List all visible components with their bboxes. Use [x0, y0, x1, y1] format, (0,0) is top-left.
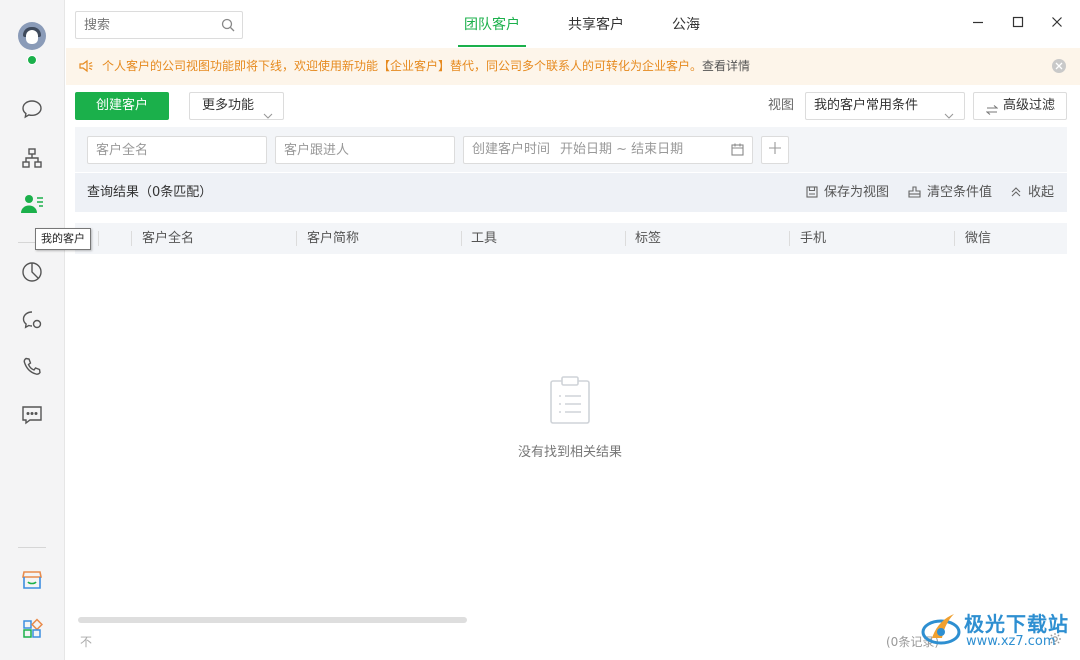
- add-condition-button[interactable]: [761, 136, 789, 164]
- clipboard-icon: [548, 375, 592, 429]
- table-header: 客户全名 客户简称 工具 标签 手机 微信: [75, 223, 1067, 254]
- column-header-tags[interactable]: 标签: [635, 223, 661, 254]
- plus-icon: [768, 141, 782, 159]
- column-separator: [131, 231, 132, 246]
- watermark-url: www.xz7.com: [966, 634, 1056, 649]
- clear-conditions-button[interactable]: 清空条件值: [908, 173, 992, 212]
- watermark-logo-icon: [920, 608, 962, 654]
- collapse-label: 收起: [1028, 185, 1055, 200]
- create-time-filter[interactable]: 创建客户时间 开始日期 ~ 结束日期: [463, 136, 753, 164]
- column-header-short-name[interactable]: 客户简称: [307, 223, 359, 254]
- tab-shared-customers[interactable]: 共享客户: [562, 0, 630, 47]
- filter-panel: 创建客户时间 开始日期 ~ 结束日期: [75, 127, 1067, 172]
- search-box[interactable]: [75, 11, 243, 39]
- follower-filter[interactable]: [275, 136, 455, 164]
- notice-close-icon[interactable]: [1052, 59, 1066, 73]
- avatar[interactable]: [18, 22, 46, 50]
- column-header-wechat[interactable]: 微信: [965, 223, 991, 254]
- notice-text: 个人客户的公司视图功能即将下线，欢迎使用新功能【企业客户】替代，同公司多个联系人…: [102, 48, 750, 85]
- org-chart-icon[interactable]: [20, 146, 44, 170]
- view-select[interactable]: 我的客户常用条件: [805, 92, 965, 120]
- column-separator: [954, 231, 955, 246]
- notice-details-link[interactable]: 查看详情: [702, 59, 750, 73]
- notice-banner: 个人客户的公司视图功能即将下线，欢迎使用新功能【企业客户】替代，同公司多个联系人…: [66, 48, 1080, 85]
- advanced-filter-button[interactable]: 高级过滤: [973, 92, 1067, 120]
- chevron-down-icon: [944, 103, 954, 129]
- minimize-icon[interactable]: [968, 12, 988, 32]
- close-icon[interactable]: [1047, 12, 1067, 32]
- calendar-icon[interactable]: [731, 143, 744, 160]
- save-as-view-label: 保存为视图: [824, 185, 890, 200]
- customer-name-filter[interactable]: [87, 136, 267, 164]
- speaker-icon: [78, 58, 94, 78]
- clear-brush-icon: [908, 186, 921, 198]
- advanced-filter-label: 高级过滤: [1003, 98, 1056, 113]
- watermark: 极光下载站 www.xz7.com: [920, 606, 1080, 660]
- customer-name-input[interactable]: [88, 137, 266, 163]
- watermark-title: 极光下载站: [964, 612, 1069, 636]
- clear-conditions-label: 清空条件值: [927, 185, 993, 200]
- footer-left-text: 不: [80, 635, 93, 649]
- notice-message: 个人客户的公司视图功能即将下线，欢迎使用新功能【企业客户】替代，同公司多个联系人…: [102, 59, 703, 73]
- column-separator: [98, 231, 99, 246]
- online-status-dot: [27, 55, 37, 65]
- column-header-full-name[interactable]: 客户全名: [142, 223, 194, 254]
- view-label: 视图: [768, 98, 795, 113]
- empty-state-text: 没有找到相关结果: [517, 445, 622, 460]
- customer-icon[interactable]: [20, 192, 44, 216]
- create-customer-button[interactable]: 创建客户: [75, 92, 169, 120]
- tab-public-pool[interactable]: 公海: [666, 0, 706, 47]
- result-title: 查询结果（0条匹配）: [87, 185, 213, 200]
- rail-divider-bottom: [18, 547, 46, 548]
- maximize-icon[interactable]: [1008, 12, 1028, 32]
- save-icon: [806, 186, 818, 198]
- customer-tabs: 团队客户 共享客户 公海: [458, 0, 742, 47]
- date-range-input[interactable]: 开始日期 ~ 结束日期: [560, 137, 683, 163]
- app-window: 我的客户 团队客户 共享客户 公海: [0, 0, 1080, 660]
- horizontal-scrollbar[interactable]: [78, 617, 467, 623]
- left-sidebar: 我的客户: [0, 0, 91, 660]
- column-separator: [625, 231, 626, 246]
- result-bar: 查询结果（0条匹配） 保存为视图 清空条件值 收起: [75, 173, 1067, 212]
- message-icon[interactable]: [20, 403, 44, 427]
- more-functions-label: 更多功能: [202, 98, 255, 113]
- follower-input[interactable]: [276, 137, 454, 163]
- pie-chart-icon[interactable]: [20, 260, 44, 284]
- tooltip-my-customers: 我的客户: [35, 228, 91, 250]
- store-icon[interactable]: [20, 568, 44, 592]
- chat-bubble-icon[interactable]: [20, 97, 44, 121]
- apps-grid-icon[interactable]: [20, 617, 44, 641]
- create-time-label: 创建客户时间: [472, 142, 551, 157]
- tab-team-customers[interactable]: 团队客户: [458, 0, 526, 47]
- column-separator: [789, 231, 790, 246]
- double-chevron-up-icon: [1011, 187, 1021, 197]
- filter-swap-icon: [985, 100, 999, 126]
- search-icon[interactable]: [221, 18, 235, 36]
- moments-icon[interactable]: [20, 308, 44, 332]
- view-select-value: 我的客户常用条件: [814, 98, 919, 113]
- chevron-down-icon: [263, 103, 273, 129]
- phone-icon[interactable]: [20, 355, 44, 379]
- column-header-mobile[interactable]: 手机: [800, 223, 826, 254]
- column-separator: [296, 231, 297, 246]
- column-header-tool[interactable]: 工具: [471, 223, 497, 254]
- column-separator: [461, 231, 462, 246]
- search-input[interactable]: [76, 12, 206, 38]
- more-functions-dropdown[interactable]: 更多功能: [189, 92, 284, 120]
- collapse-button[interactable]: 收起: [1010, 173, 1054, 212]
- save-as-view-button[interactable]: 保存为视图: [806, 173, 889, 212]
